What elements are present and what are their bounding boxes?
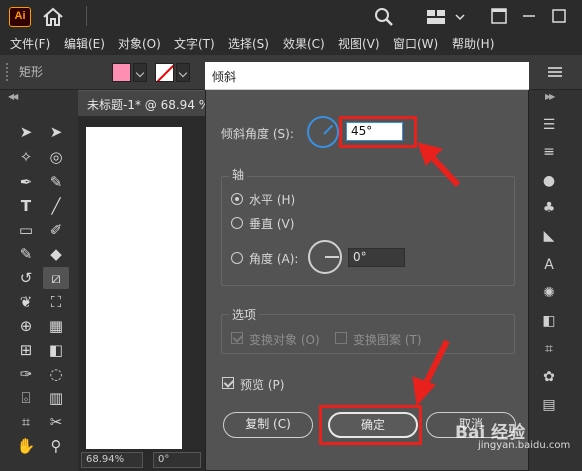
menu-edit[interactable]: 编辑(E) (64, 33, 105, 55)
color-panel-icon[interactable]: ● (538, 172, 560, 190)
paintbrush-tool-icon[interactable]: ✐ (43, 219, 69, 241)
menu-type[interactable]: 文字(T) (174, 33, 215, 55)
copy-button[interactable]: 复制 (C) (223, 412, 313, 438)
gradient-panel-icon[interactable]: ◣ (538, 227, 560, 245)
hand-tool-icon[interactable]: ✋ (13, 435, 39, 457)
line-tool-icon[interactable]: ╱ (43, 195, 69, 217)
shape-builder-tool-icon[interactable]: ⊕ (13, 315, 39, 337)
annotation-highlight-angle (339, 116, 417, 148)
pen-tool-icon[interactable]: ✒ (13, 171, 39, 193)
maximize-icon[interactable] (551, 6, 567, 26)
app-logo: Ai (9, 7, 31, 27)
shaper-tool-icon[interactable]: ✎ (13, 243, 39, 265)
artboard[interactable] (86, 127, 182, 449)
menu-select[interactable]: 选择(S) (228, 33, 269, 55)
swatches-panel-icon[interactable]: ✿ (538, 368, 560, 386)
rectangle-tool-icon[interactable]: ▭ (13, 219, 39, 241)
panel-menu-icon[interactable] (548, 67, 562, 77)
character-panel-icon[interactable]: A (538, 256, 560, 274)
expand-right-icon[interactable]: ▶▶ (545, 92, 555, 101)
brushes-panel-icon[interactable]: ♣ (538, 199, 560, 217)
axis-vertical-radio[interactable] (231, 217, 243, 229)
panel-grip[interactable] (6, 63, 10, 81)
dialog-title: 倾斜 (212, 70, 237, 84)
transparency-panel-icon[interactable]: ◧ (538, 312, 560, 330)
title-separator (86, 6, 87, 26)
menu-object[interactable]: 对象(O) (118, 33, 161, 55)
direct-selection-tool-icon[interactable]: ➤ (43, 121, 69, 143)
home-icon[interactable] (42, 7, 64, 27)
axis-horizontal-label: 水平 (H) (249, 193, 296, 207)
chevron-down-icon[interactable] (455, 12, 465, 22)
free-transform-tool-icon[interactable]: ⛶ (43, 291, 69, 313)
axis-vertical-label: 垂直 (V) (249, 217, 295, 231)
transform-patterns-checkbox (335, 332, 347, 344)
selection-type-label: 矩形 (19, 65, 44, 79)
axis-angle-label: 角度 (A): (249, 252, 299, 266)
document-tab-title: 未标题-1* @ 68.94 % (87, 98, 211, 112)
zoom-level-field[interactable]: 68.94% (81, 452, 143, 468)
dialog-title-bar[interactable] (205, 62, 529, 90)
warp-tool-icon[interactable]: ❦ (13, 291, 39, 313)
preview-checkbox[interactable] (222, 377, 234, 389)
axis-angle-input[interactable]: 0° (348, 248, 405, 267)
arrange-documents-icon[interactable] (426, 9, 446, 25)
axis-group-title: 轴 (229, 166, 248, 183)
axis-horizontal-radio[interactable] (231, 193, 243, 205)
menu-effect[interactable]: 效果(C) (283, 33, 325, 55)
lasso-tool-icon[interactable]: ◎ (43, 146, 69, 168)
type-tool-icon[interactable]: T (13, 195, 39, 217)
workspace-icon[interactable] (491, 6, 507, 26)
mesh-tool-icon[interactable]: ⊞ (13, 339, 39, 361)
watermark-url: jingyan.baidu.com (478, 440, 571, 451)
fill-swatch[interactable] (112, 63, 131, 82)
shear-angle-dial[interactable] (307, 116, 339, 148)
preview-label: 预览 (P) (240, 378, 285, 392)
annotation-arrow-ok (412, 339, 450, 407)
search-icon[interactable] (374, 7, 394, 27)
properties-panel-icon[interactable]: ☰ (538, 116, 560, 134)
curvature-tool-icon[interactable]: ✎ (43, 171, 69, 193)
fill-dropdown[interactable] (133, 63, 147, 82)
axis-angle-radio[interactable] (231, 252, 243, 264)
eraser-tool-icon[interactable]: ◆ (43, 243, 69, 265)
transform-panel-icon[interactable]: ⌗ (538, 340, 560, 358)
selection-tool-icon[interactable]: ➤ (13, 121, 39, 143)
gradient-tool-icon[interactable]: ◧ (43, 339, 69, 361)
shear-tool-icon[interactable]: ⧄ (43, 267, 69, 289)
perspective-grid-tool-icon[interactable]: ▦ (43, 315, 69, 337)
menu-file[interactable]: 文件(F) (10, 33, 50, 55)
magic-wand-tool-icon[interactable]: ✧ (13, 146, 39, 168)
layers-panel-icon[interactable]: ≡ (538, 143, 560, 161)
collapse-left-icon[interactable]: ◀◀ (8, 92, 18, 101)
artboard-tool-icon[interactable]: ⌗ (13, 411, 39, 433)
rotation-field[interactable]: 0° (153, 452, 201, 468)
rotate-tool-icon[interactable]: ↺ (13, 267, 39, 289)
stroke-dropdown[interactable] (176, 63, 190, 82)
menu-help[interactable]: 帮助(H) (452, 33, 494, 55)
stroke-swatch[interactable] (155, 63, 174, 82)
align-panel-icon[interactable]: ▤ (538, 396, 560, 414)
annotation-highlight-ok (319, 405, 422, 445)
blend-tool-icon[interactable]: ◌ (43, 363, 69, 385)
menu-window[interactable]: 窗口(W) (393, 33, 438, 55)
symbol-sprayer-tool-icon[interactable]: ⌺ (13, 387, 39, 409)
menu-view[interactable]: 视图(V) (338, 33, 380, 55)
transform-objects-checkbox (231, 332, 243, 344)
options-group-title: 选项 (229, 306, 260, 323)
axis-angle-dial[interactable] (308, 240, 342, 274)
column-graph-tool-icon[interactable]: ▥ (43, 387, 69, 409)
zoom-tool-icon[interactable]: ⚲ (43, 435, 69, 457)
appearance-panel-icon[interactable]: ✺ (538, 284, 560, 302)
eyedropper-tool-icon[interactable]: ✑ (13, 363, 39, 385)
slice-tool-icon[interactable]: ✂ (43, 411, 69, 433)
annotation-arrow-angle (417, 142, 461, 188)
transform-objects-label: 变换对象 (O) (249, 333, 320, 347)
shear-angle-label: 倾斜角度 (S): (221, 127, 294, 141)
minimize-icon[interactable] (521, 6, 537, 26)
menu-bar: 文件(F) 编辑(E) 对象(O) 文字(T) 选择(S) 效果(C) 视图(V… (0, 33, 582, 55)
